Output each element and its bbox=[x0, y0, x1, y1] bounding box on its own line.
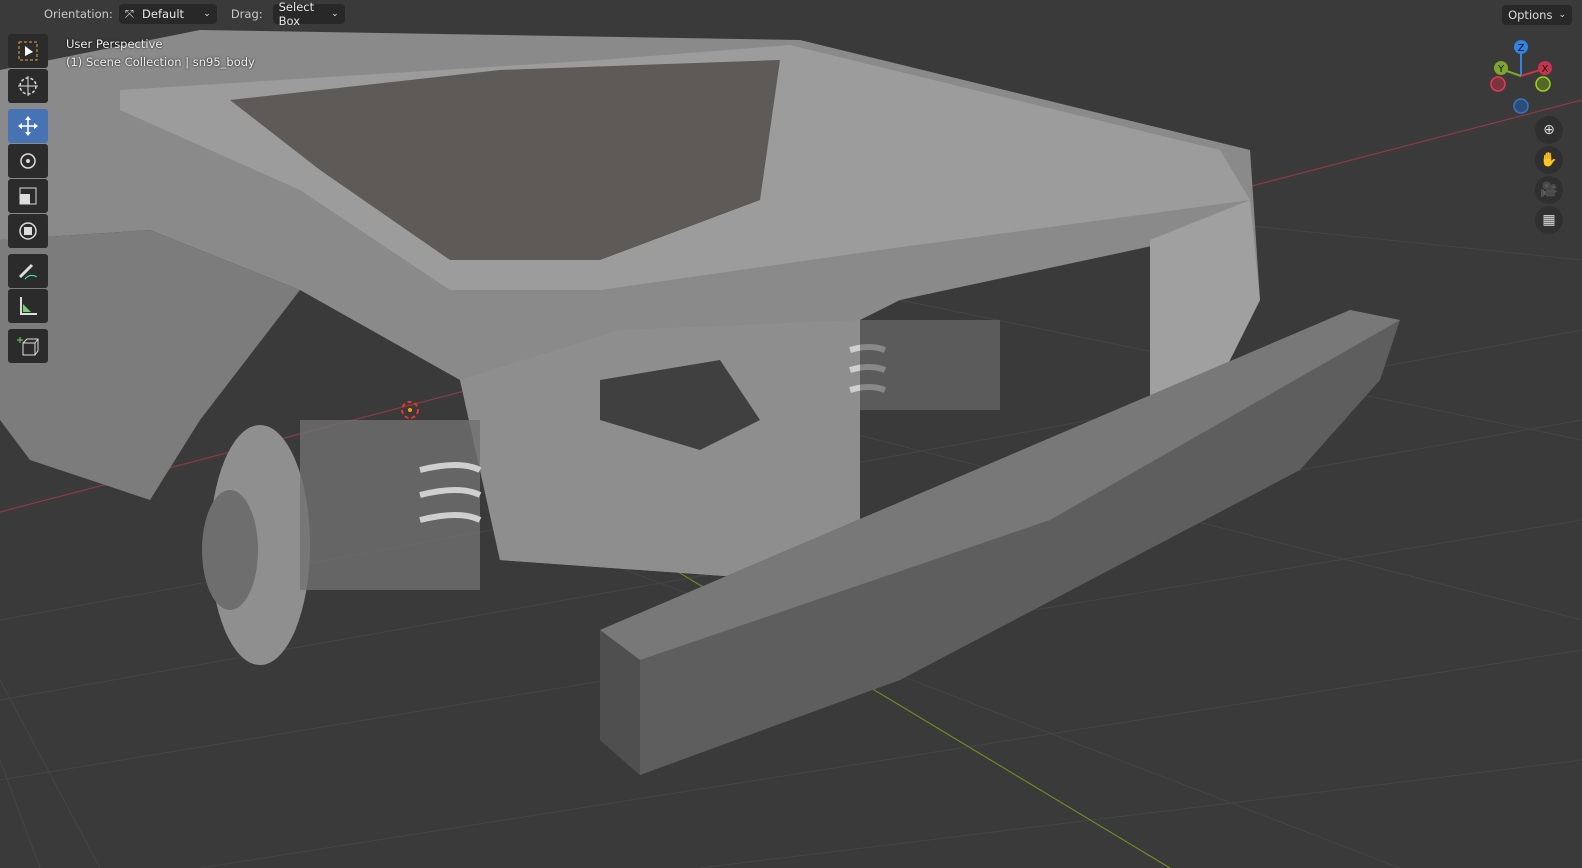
measure-tool[interactable] bbox=[8, 289, 48, 323]
viewport-header: Orientation: ⤧ Default ⌄ Drag: Select Bo… bbox=[0, 0, 1582, 28]
zoom-button[interactable]: ⊕ bbox=[1535, 116, 1563, 144]
transform-tool[interactable] bbox=[8, 214, 48, 248]
orientation-label: Orientation: bbox=[44, 7, 113, 21]
3d-cursor[interactable] bbox=[401, 401, 419, 419]
chevron-down-icon: ⌄ bbox=[1558, 10, 1566, 20]
move-tool[interactable] bbox=[8, 109, 48, 143]
neg-x-handle[interactable] bbox=[1490, 76, 1506, 92]
drag-dropdown[interactable]: Select Box ⌄ bbox=[272, 0, 345, 28]
y-label: Y bbox=[1497, 64, 1505, 75]
drag-label: Drag: bbox=[230, 7, 263, 21]
measure-icon bbox=[20, 297, 37, 315]
transform-icon bbox=[19, 222, 37, 240]
neg-z-handle[interactable] bbox=[1513, 98, 1529, 114]
annotate-tool[interactable] bbox=[8, 254, 48, 288]
3d-viewport[interactable] bbox=[0, 0, 1582, 868]
rotate-icon bbox=[20, 153, 36, 169]
navigation-gizmo[interactable]: Z Y X bbox=[1490, 36, 1560, 116]
annotate-icon bbox=[18, 263, 38, 280]
pan-button[interactable]: ✋ bbox=[1535, 146, 1563, 174]
view-name: User Perspective bbox=[66, 37, 163, 51]
object-info: (1) Scene Collection | sn95_body bbox=[66, 55, 255, 69]
grid-icon: ▦ bbox=[1542, 212, 1556, 228]
chevron-down-icon: ⌄ bbox=[331, 9, 339, 19]
options-label: Options bbox=[1508, 8, 1553, 22]
neg-y-handle[interactable] bbox=[1535, 76, 1551, 92]
scale-tool[interactable] bbox=[8, 179, 48, 213]
scale-icon bbox=[19, 187, 37, 205]
options-dropdown[interactable]: Options ⌄ bbox=[1502, 5, 1572, 25]
rotate-tool[interactable] bbox=[8, 144, 48, 178]
camera-view-button[interactable]: 🎥 bbox=[1535, 176, 1563, 204]
tool-shelf bbox=[8, 34, 50, 364]
camera-icon: 🎥 bbox=[1540, 182, 1558, 198]
cursor-icon bbox=[18, 76, 38, 96]
perspective-toggle-button[interactable]: ▦ bbox=[1535, 206, 1563, 234]
viewport-info: User Perspective (1) Scene Collection | … bbox=[66, 35, 255, 71]
z-label: Z bbox=[1518, 43, 1525, 54]
hand-icon: ✋ bbox=[1540, 152, 1558, 168]
add-cube-tool[interactable] bbox=[8, 329, 48, 363]
orientation-dropdown[interactable]: ⤧ Default ⌄ bbox=[118, 4, 217, 24]
move-icon bbox=[18, 116, 38, 136]
select-box-tool[interactable] bbox=[8, 34, 48, 68]
select-box-icon bbox=[18, 41, 38, 61]
x-label: X bbox=[1542, 64, 1549, 75]
cursor-tool[interactable] bbox=[8, 69, 48, 103]
chevron-down-icon: ⌄ bbox=[203, 9, 211, 19]
add-cube-icon bbox=[17, 337, 39, 356]
drag-value: Select Box bbox=[278, 0, 315, 28]
orientation-gizmo-icon: ⤧ bbox=[124, 6, 135, 21]
orientation-value: Default bbox=[142, 7, 185, 21]
zoom-icon: ⊕ bbox=[1543, 122, 1555, 138]
